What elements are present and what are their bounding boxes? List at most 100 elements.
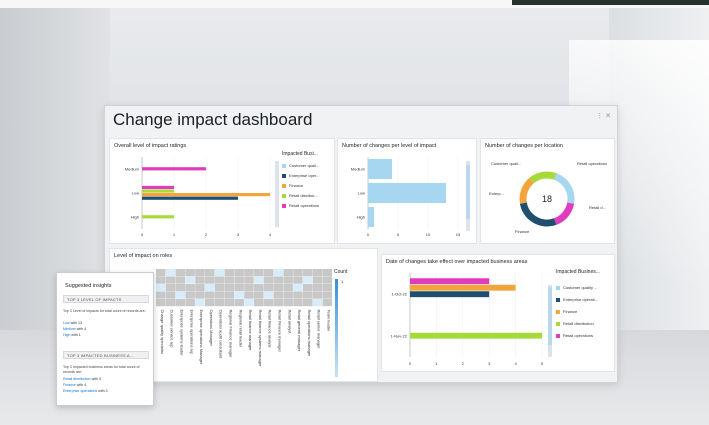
insight-enterprise-link[interactable]: Enterprise operations [63, 389, 97, 393]
changes-per-location-card[interactable]: Number of changes per location 18 Custome… [480, 138, 615, 244]
role-label: Retail finance manager [248, 310, 253, 352]
heatmap-cell [322, 284, 333, 292]
legend-finance[interactable]: Finance [282, 183, 303, 188]
heatmap-cell [254, 276, 264, 284]
dashboard-title: Change impact dashboard [113, 110, 313, 129]
heatmap-cell [312, 291, 323, 299]
role-label: Retail finance analyst [268, 310, 273, 349]
heatmap-cell [156, 284, 166, 292]
x-tick-label: 15 [456, 232, 461, 237]
heatmap-cell [244, 291, 254, 299]
heatmap-cell [273, 276, 284, 284]
changes-impact-scroll-thumb[interactable] [466, 165, 470, 219]
ratings-legend-scroll[interactable] [275, 161, 279, 227]
role-label: Retail finance systems manager [258, 310, 263, 368]
heatmap-cell [273, 291, 284, 299]
dates-legend-scroll-thumb[interactable] [548, 287, 552, 345]
insights-chip-top-impacts[interactable]: TOP 3 LEVEL OF IMPACTS [63, 295, 149, 303]
heatmap-cell [234, 269, 244, 277]
donut-slice [553, 202, 575, 225]
heatmap-cell [322, 291, 333, 299]
heatmap-cell [283, 291, 293, 299]
x-tick-label: 2 [462, 361, 465, 366]
impact-ratings-chart: 0 1 2 3 4 Medium Low High [125, 157, 272, 237]
role-label: Retail general manager [297, 310, 302, 352]
insight-finance-link[interactable]: Finance [63, 383, 76, 387]
heatmap-cell [224, 284, 235, 292]
heatmap-cell [224, 276, 235, 284]
y-tick-label: 1-Nov-22 [391, 334, 408, 339]
x-tick-label: 3 [488, 361, 491, 366]
x-tick-label: 1 [173, 232, 176, 237]
bar [410, 284, 516, 291]
changes-per-impact-card[interactable]: Number of changes per level of impact 0 5… [337, 138, 477, 244]
role-label: Customer service rep [170, 310, 175, 349]
heatmap-cell [214, 291, 225, 299]
insight-retail-dist-link[interactable]: Retail distribution [63, 377, 91, 381]
dates-legend-retail-ops[interactable]: Retail operations [556, 333, 593, 338]
bar [368, 183, 446, 203]
legend-retail-dist[interactable]: Retail distribut... [282, 193, 318, 198]
x-tick-label: 10 [426, 232, 431, 237]
dates-legend-customer[interactable]: Customer quality ... [556, 285, 597, 290]
bar [142, 189, 174, 193]
heatmap-cell [263, 276, 274, 284]
heatmap-cell [303, 284, 313, 292]
dates-legend-retail-dist[interactable]: Retail distribution [556, 321, 594, 326]
insights-chip-top-business[interactable]: TOP 3 IMPACTED BUSINESS A... [63, 351, 149, 359]
insight-low-link[interactable]: Low [63, 321, 70, 325]
dates-impact-card[interactable]: Date of changes take effect over impacte… [381, 254, 615, 372]
heatmap-cell [254, 269, 264, 277]
dates-legend-title: Impacted Busines... [556, 269, 600, 275]
dates-legend-finance[interactable]: Finance [556, 309, 577, 314]
legend-customer[interactable]: Customer quali... [282, 163, 319, 168]
heatmap-cell [214, 284, 225, 292]
heatmap-cell [185, 291, 195, 299]
legend-enterprise[interactable]: Enterprise oper... [282, 173, 319, 178]
role-label: Enterprise operations Manager [199, 310, 204, 366]
insights-para-2: Top 3 Impacted business areas for total … [63, 365, 140, 374]
heatmap-cell [263, 284, 274, 292]
insight-low: Low with 13 [63, 321, 82, 325]
insights-heading: Suggested insights [65, 283, 112, 289]
donut-label-customer: Customer quali... [491, 161, 521, 166]
heatmap-cell [244, 276, 254, 284]
changes-per-impact-chart: 0 5 10 15 Medium Low High [351, 157, 461, 237]
x-tick-label: 2 [205, 232, 208, 237]
heatmap-cell [175, 284, 186, 292]
heatmap-cell [195, 291, 205, 299]
dates-impact-chart: 0 1 2 3 4 5 1-Oct-22 1-Nov-22 [391, 273, 544, 366]
insight-medium-link[interactable]: Medium [63, 327, 76, 331]
impact-ratings-card[interactable]: Overall level of impact ratings 0 1 2 3 4 Med… [109, 138, 335, 244]
bar [142, 193, 270, 197]
heatmap-cell [234, 291, 244, 299]
heatmap-cell [195, 284, 205, 292]
heatmap-cell [303, 291, 313, 299]
changes-per-impact-title: Number of changes per level of impact [342, 143, 437, 149]
role-label: Team leader [327, 310, 332, 333]
legend-retail-ops[interactable]: Retail operations [282, 203, 319, 208]
bar [142, 196, 238, 200]
y-tick-label: Low [132, 191, 139, 196]
insight-retail-dist: Retail distribution with 5 [63, 377, 101, 381]
dates-legend-enterprise[interactable]: Enterprise operati... [556, 297, 598, 302]
heatmap-cell [254, 299, 264, 307]
heatmap-cell [224, 291, 235, 299]
heatmap-cell [283, 269, 293, 277]
top-dark-strip [512, 0, 709, 5]
y-tick-label: High [131, 215, 139, 220]
heatmap-cell [312, 299, 323, 307]
heatmap-cell [175, 276, 186, 284]
heatmap-cell [293, 299, 303, 307]
heatmap-cell [293, 291, 303, 299]
heatmap-cell [165, 291, 176, 299]
heatmap-cell [195, 269, 205, 277]
role-label: Retail Finance manager [278, 310, 283, 353]
dashboard-menu-icon[interactable]: ⋮ ✕ [596, 112, 611, 120]
heatmap-cell [224, 299, 235, 307]
heatmap-cell [303, 269, 313, 277]
bar [142, 167, 206, 171]
heatmap-cell [293, 276, 303, 284]
heatmap-cell [175, 291, 186, 299]
heatmap-cell [303, 276, 313, 284]
